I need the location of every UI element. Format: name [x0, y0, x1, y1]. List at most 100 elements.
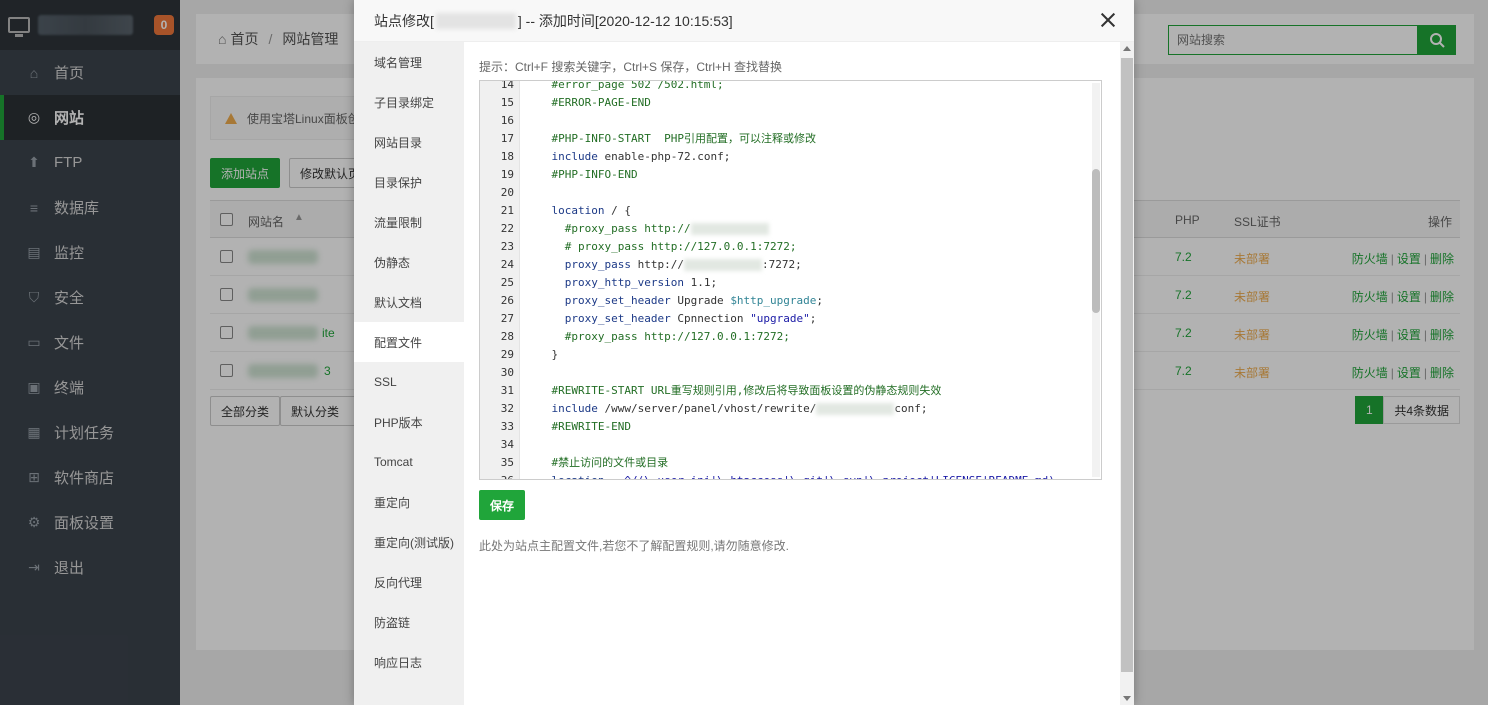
code-token: #proxy_pass http://: [525, 222, 691, 235]
code-token: /www/server/panel/vhost/rewrite/: [597, 402, 817, 415]
editor-scrollbar[interactable]: [1092, 83, 1100, 477]
code-line: 22 #proxy_pass http://: [480, 220, 1080, 238]
dialog-scrollbar[interactable]: [1120, 42, 1134, 705]
code-text[interactable]: #REWRITE-END: [525, 418, 630, 436]
code-line: 32 include /www/server/panel/vhost/rewri…: [480, 400, 1080, 418]
code-token: proxy_set_header: [525, 312, 671, 325]
code-text[interactable]: }: [525, 346, 558, 364]
code-line: 16: [480, 112, 1080, 130]
tab-7[interactable]: 配置文件: [354, 322, 464, 362]
code-line: 14 #error_page 502 /502.html;: [480, 80, 1080, 94]
code-token: }: [525, 348, 559, 361]
tab-11[interactable]: 重定向: [354, 482, 464, 522]
code-text[interactable]: proxy_pass http://:7272;: [525, 256, 802, 274]
code-text[interactable]: proxy_set_header Upgrade $http_upgrade;: [525, 292, 823, 310]
code-text[interactable]: #ERROR-PAGE-END: [525, 94, 650, 112]
config-note: 此处为站点主配置文件,若您不了解配置规则,请勿随意修改.: [479, 539, 790, 553]
code-token: proxy_set_header: [525, 294, 671, 307]
tab-15[interactable]: 响应日志: [354, 642, 464, 682]
code-text[interactable]: include /www/server/panel/vhost/rewrite/…: [525, 400, 928, 418]
code-token: / {: [604, 204, 631, 217]
tab-0[interactable]: 域名管理: [354, 42, 464, 82]
line-number: 15: [500, 96, 514, 109]
config-editor[interactable]: 14 #error_page 502 /502.html; 15 #ERROR-P…: [479, 80, 1102, 480]
code-token: #禁止访问的文件或目录: [525, 456, 669, 469]
code-token: location: [525, 474, 604, 479]
code-text[interactable]: #REWRITE-START URL重写规则引用,修改后将导致面板设置的伪静态规…: [525, 382, 941, 400]
code-token: enable-php-72.conf;: [597, 150, 731, 163]
code-line: 26 proxy_set_header Upgrade $http_upgrad…: [480, 292, 1080, 310]
editor-scroll-thumb[interactable]: [1092, 169, 1100, 313]
code-token: $http_upgrade: [730, 294, 817, 307]
tab-4[interactable]: 流量限制: [354, 202, 464, 242]
code-text[interactable]: location ~ ^/(\.user.ini|\.htaccess|\.gi…: [525, 472, 1055, 479]
code-token: Cpnnection: [670, 312, 751, 325]
code-text[interactable]: #PHP-INFO-START PHP引用配置，可以注释或修改: [525, 130, 815, 148]
code-line: 23 # proxy_pass http://127.0.0.1:7272;: [480, 238, 1080, 256]
tab-6[interactable]: 默认文档: [354, 282, 464, 322]
code-text[interactable]: location / {: [525, 202, 631, 220]
tab-10[interactable]: Tomcat: [354, 442, 464, 482]
code-token: # proxy_pass http://127.0.0.1:7272;: [525, 240, 797, 253]
code-line: 17 #PHP-INFO-START PHP引用配置，可以注释或修改: [480, 130, 1080, 148]
line-number: 29: [500, 348, 514, 361]
scroll-down-icon[interactable]: [1123, 696, 1131, 701]
line-number: 22: [500, 222, 514, 235]
shortcut-tip: 提示：Ctrl+F 搜索关键字，Ctrl+S 保存，Ctrl+H 查找替换: [479, 60, 783, 74]
code-line: 34: [480, 436, 1080, 454]
redacted-value: [816, 403, 895, 415]
code-text[interactable]: proxy_set_header Cpnnection "upgrade";: [525, 310, 817, 328]
tab-1[interactable]: 子目录绑定: [354, 82, 464, 122]
dialog-tabs: 域名管理 子目录绑定 网站目录 目录保护 流量限制 伪静态 默认文档 配置文件 SSL PHP版本…: [354, 42, 464, 705]
code-line: 24 proxy_pass http://:7272;: [480, 256, 1080, 274]
tab-14[interactable]: 防盗链: [354, 602, 464, 642]
line-number: 28: [500, 330, 514, 343]
line-number: 31: [500, 384, 514, 397]
code-text[interactable]: #error_page 502 /502.html;: [525, 81, 723, 94]
tab-12[interactable]: 重定向(测试版): [354, 522, 464, 562]
code-token: conf;: [894, 402, 928, 415]
line-number: 18: [500, 150, 514, 163]
code-line: 29 }: [480, 346, 1080, 364]
code-line: 15 #ERROR-PAGE-END: [480, 94, 1080, 112]
dialog-scroll-thumb[interactable]: [1121, 58, 1133, 672]
redacted-value: [690, 223, 769, 235]
tab-2[interactable]: 网站目录: [354, 122, 464, 162]
line-number: 32: [500, 402, 514, 415]
code-text[interactable]: #proxy_pass http://127.0.0.1:7272;: [525, 328, 790, 346]
code-text[interactable]: #proxy_pass http://: [525, 220, 769, 238]
line-number: 23: [500, 240, 514, 253]
tab-9[interactable]: PHP版本: [354, 402, 464, 442]
tab-8[interactable]: SSL: [354, 362, 464, 402]
line-number: 14: [500, 80, 514, 91]
code-token: #proxy_pass http://127.0.0.1:7272;: [525, 330, 790, 343]
code-line: 20: [480, 184, 1080, 202]
code-text[interactable]: proxy_http_version 1.1;: [525, 274, 717, 292]
code-token: ~ ^/(\.user.ini|\.htaccess|\.git|\.svn|\…: [604, 474, 1055, 479]
line-number: 20: [500, 186, 514, 199]
dialog-title-suffix: ] -- 添加时间[2020-12-12 10:15:53]: [517, 12, 733, 29]
code-text[interactable]: # proxy_pass http://127.0.0.1:7272;: [525, 238, 797, 256]
code-line: 28 #proxy_pass http://127.0.0.1:7272;: [480, 328, 1080, 346]
code-text[interactable]: #PHP-INFO-END: [525, 166, 637, 184]
line-number: 26: [500, 294, 514, 307]
line-number: 30: [500, 366, 514, 379]
tab-3[interactable]: 目录保护: [354, 162, 464, 202]
code-line: 30: [480, 364, 1080, 382]
code-text[interactable]: #禁止访问的文件或目录: [525, 454, 668, 472]
tab-13[interactable]: 反向代理: [354, 562, 464, 602]
code-token: location: [525, 204, 605, 217]
code-line: 21 location / {: [480, 202, 1080, 220]
dialog-title-prefix: 站点修改[: [374, 12, 434, 29]
code-line: 18 include enable-php-72.conf;: [480, 148, 1080, 166]
scroll-up-icon[interactable]: [1123, 46, 1131, 51]
code-text[interactable]: include enable-php-72.conf;: [525, 148, 730, 166]
site-edit-dialog: 站点修改[ ] -- 添加时间[2020-12-12 10:15:53] 域名管…: [354, 0, 1134, 705]
line-number: 35: [500, 456, 514, 469]
save-button[interactable]: 保存: [479, 490, 526, 520]
tab-5[interactable]: 伪静态: [354, 242, 464, 282]
code-line: 35 #禁止访问的文件或目录: [480, 454, 1080, 472]
line-number: 21: [500, 204, 514, 217]
code-token: proxy_pass: [525, 258, 631, 271]
close-icon[interactable]: [1100, 12, 1116, 28]
